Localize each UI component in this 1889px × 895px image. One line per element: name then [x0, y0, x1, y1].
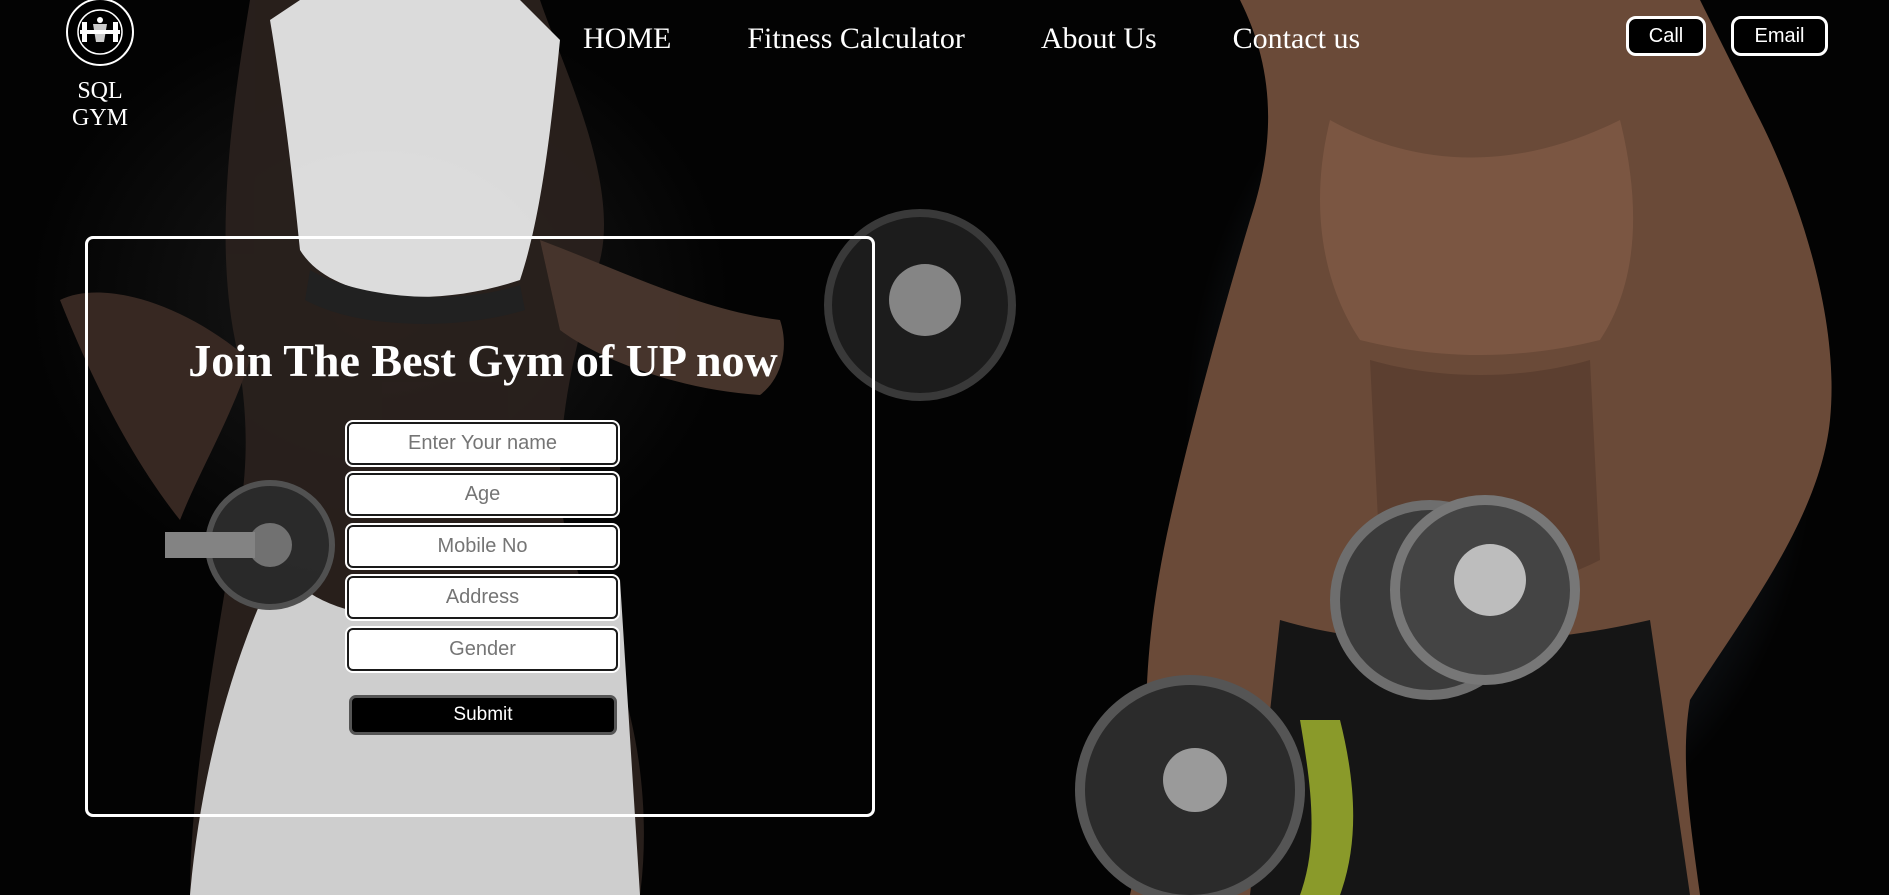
age-input[interactable] [345, 471, 620, 518]
nav-about-us[interactable]: About Us [1041, 22, 1157, 56]
main-nav: HOME Fitness Calculator About Us Contact… [583, 22, 1360, 56]
dumbbell-badge-icon [66, 0, 134, 66]
name-input[interactable] [345, 420, 620, 467]
right-athlete-illustration [1075, 0, 1832, 895]
nav-home[interactable]: HOME [583, 22, 671, 56]
call-button[interactable]: Call [1626, 16, 1706, 56]
nav-fitness-calculator[interactable]: Fitness Calculator [747, 22, 964, 56]
submit-button[interactable]: Submit [349, 695, 617, 735]
brand-logo[interactable]: SQL GYM [48, 0, 152, 132]
page: SQL GYM HOME Fitness Calculator About Us… [0, 0, 1889, 895]
mobile-input[interactable] [345, 523, 620, 570]
gender-input[interactable] [345, 626, 620, 673]
address-input[interactable] [345, 574, 620, 621]
signup-form-card: Join The Best Gym of UP now Submit [85, 236, 875, 817]
nav-contact-us[interactable]: Contact us [1233, 22, 1361, 56]
email-button[interactable]: Email [1731, 16, 1828, 56]
form-title: Join The Best Gym of UP now [188, 335, 778, 386]
brand-name: SQL GYM [71, 78, 128, 131]
